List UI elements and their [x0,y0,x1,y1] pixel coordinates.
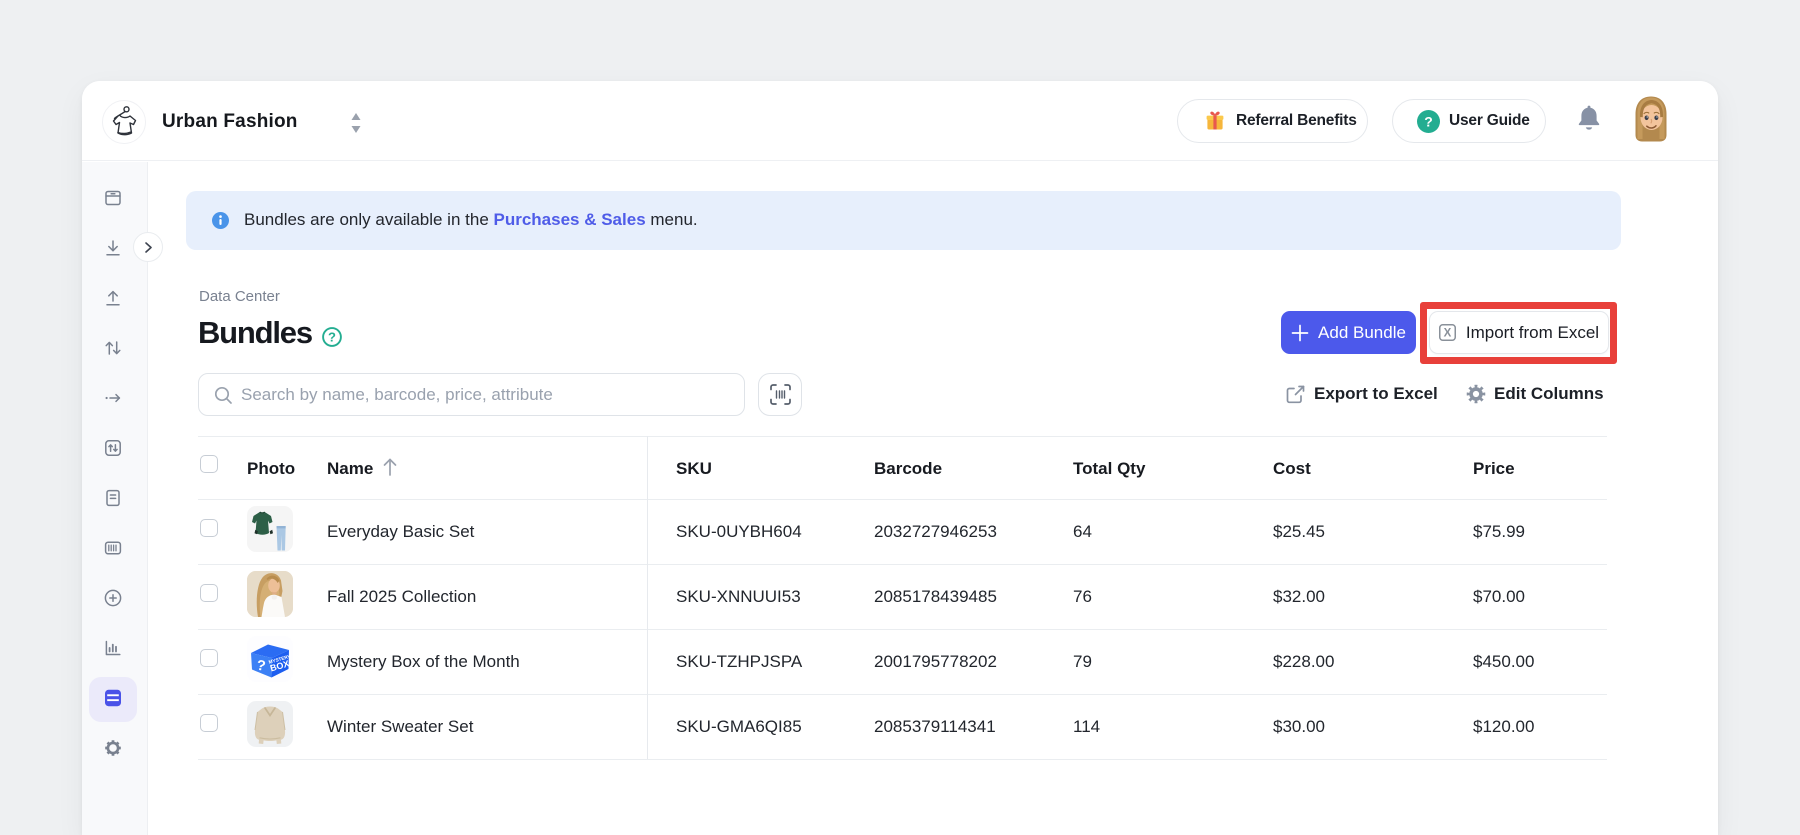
svg-text:X: X [1444,328,1452,340]
svg-text:?: ? [328,330,336,345]
svg-text:?: ? [1424,113,1433,129]
